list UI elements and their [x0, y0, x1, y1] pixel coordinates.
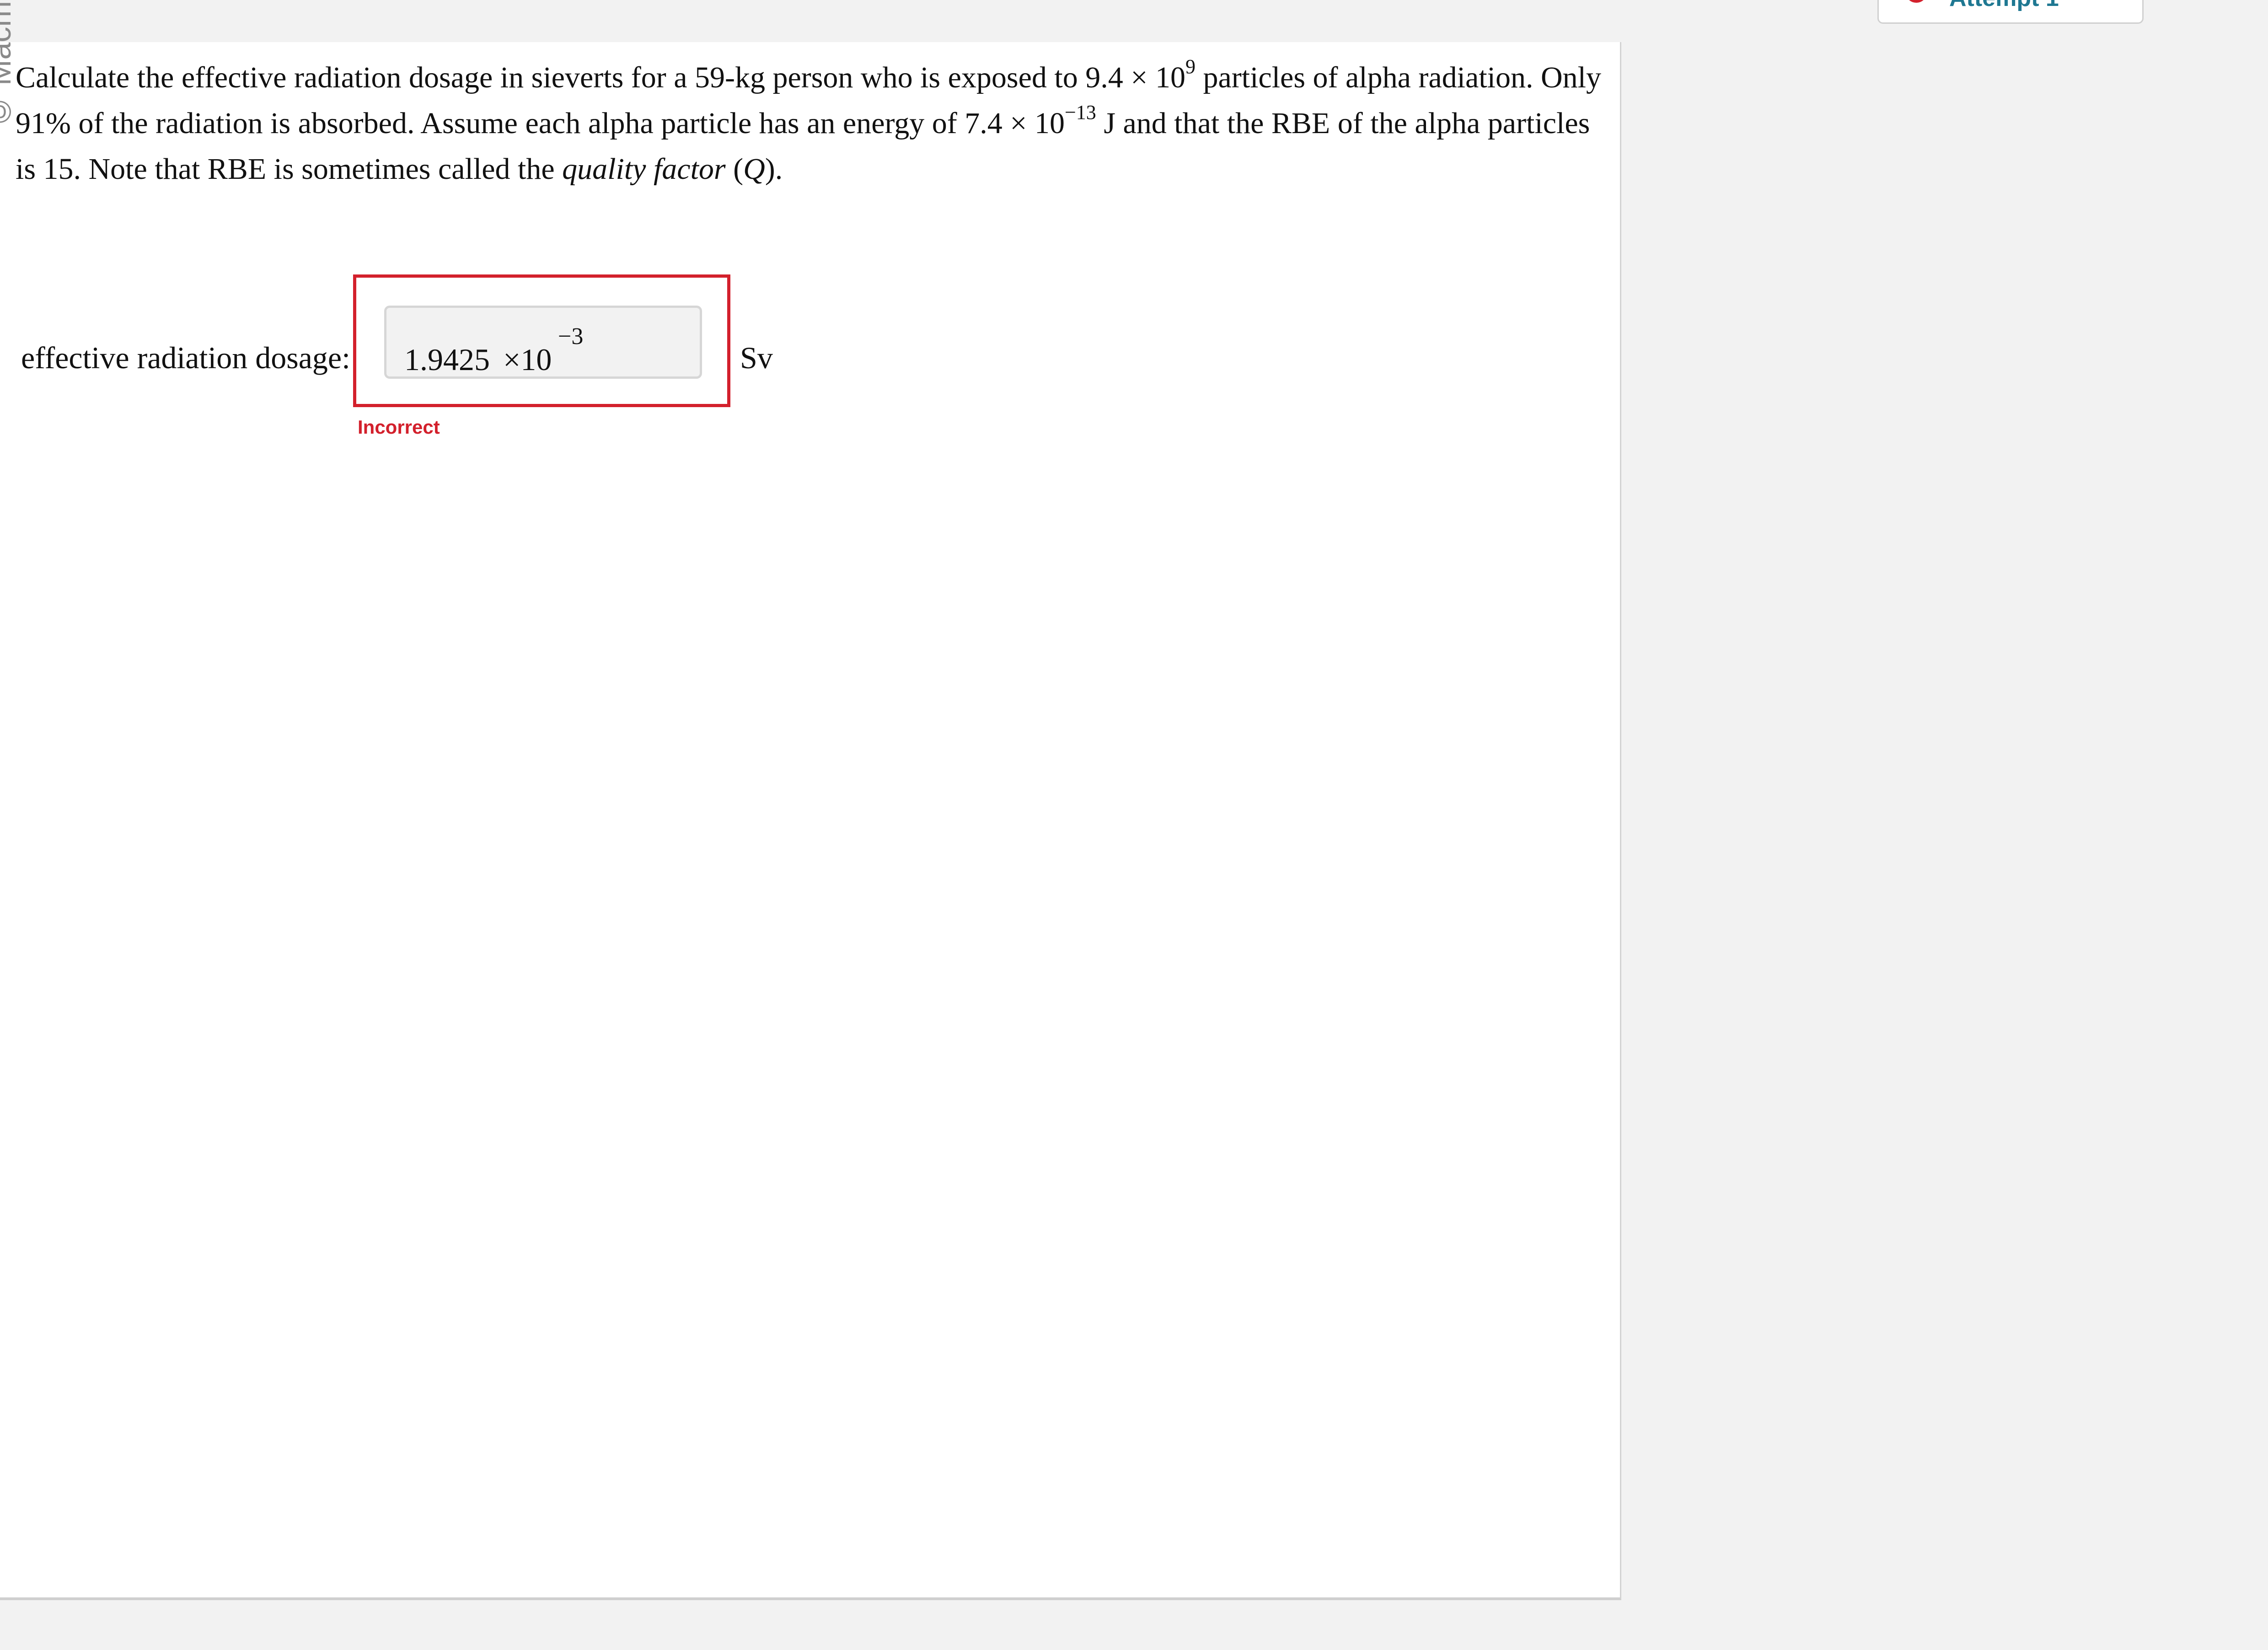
unit-label: Sv: [740, 340, 773, 375]
question-exponent-1: 9: [1185, 55, 1196, 78]
answer-value[interactable]: 1.9425: [404, 341, 490, 378]
question-exponent-2: −13: [1064, 101, 1096, 124]
feedback-message: Incorrect: [358, 416, 440, 438]
question-text: Calculate the effective radiation dosage…: [16, 55, 1616, 192]
question-card: © Macmillan Learning Calculate the effec…: [0, 0, 1621, 1600]
answer-times-ten[interactable]: ×10: [503, 341, 552, 378]
answer-label: effective radiation dosage:: [21, 340, 350, 375]
question-part-4: (: [725, 152, 744, 186]
answer-exponent[interactable]: −3: [558, 323, 583, 350]
quality-factor-symbol: Q: [743, 152, 765, 186]
question-part-5: ).: [765, 152, 783, 186]
question-intro: Calculate the effective radiation dosage…: [16, 61, 1185, 94]
quality-factor-term: quality factor: [562, 152, 726, 186]
attempt-label[interactable]: Attempt 1: [1949, 0, 2059, 12]
